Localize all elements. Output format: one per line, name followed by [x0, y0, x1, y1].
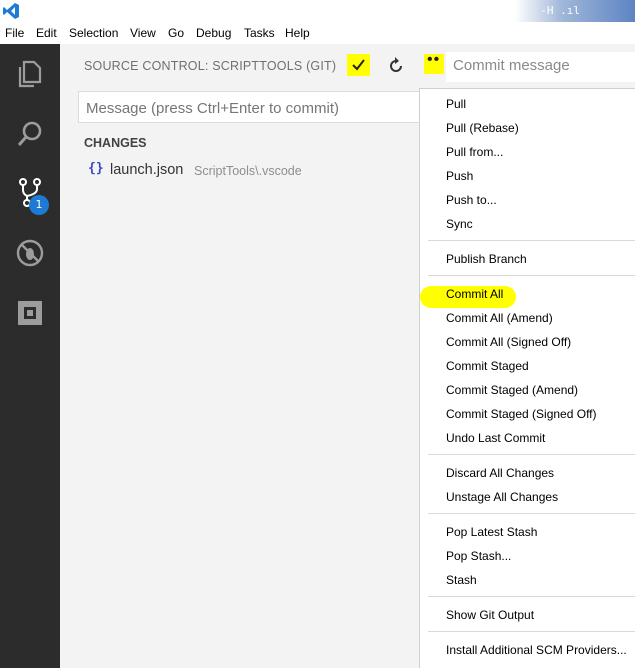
menu-edit[interactable]: Edit	[36, 26, 57, 40]
file-path: ScriptTools\.vscode	[194, 164, 302, 178]
more-icon: ••	[427, 51, 441, 68]
scm-badge: 1	[29, 195, 49, 215]
menu-item-install-scm-providers[interactable]: Install Additional SCM Providers...	[446, 643, 627, 657]
menu-item-commit-staged[interactable]: Commit Staged	[446, 359, 529, 373]
menu-item-publish-branch[interactable]: Publish Branch	[446, 252, 527, 266]
menu-separator	[428, 275, 635, 276]
refresh-icon[interactable]	[386, 56, 406, 76]
menu-item-pull[interactable]: Pull	[446, 97, 466, 111]
menu-bar: File Edit Selection View Go Debug Tasks …	[0, 22, 635, 44]
menu-item-commit-all-amend[interactable]: Commit All (Amend)	[446, 311, 553, 325]
file-name: launch.json	[110, 162, 184, 178]
menu-file[interactable]: File	[5, 26, 24, 40]
json-file-icon: {}	[88, 161, 104, 176]
menu-item-commit-staged-signed-off[interactable]: Commit Staged (Signed Off)	[446, 407, 597, 421]
menu-item-pull-from[interactable]: Pull from...	[446, 145, 503, 159]
tray-indicators: -H .ıl	[540, 4, 580, 17]
menu-help[interactable]: Help	[285, 26, 310, 40]
commit-button[interactable]	[347, 54, 370, 76]
menu-item-sync[interactable]: Sync	[446, 217, 473, 231]
explorer-icon[interactable]	[14, 58, 46, 90]
change-file-row[interactable]: {} launch.json ScriptTools\.vscode	[88, 161, 418, 183]
menu-item-undo-last-commit[interactable]: Undo Last Commit	[446, 431, 545, 445]
commit-message-input[interactable]: Commit message	[446, 52, 635, 82]
menu-separator	[428, 596, 635, 597]
menu-item-pop-latest-stash[interactable]: Pop Latest Stash	[446, 525, 537, 539]
search-icon[interactable]	[14, 118, 46, 150]
extensions-icon[interactable]	[14, 297, 46, 329]
menu-separator	[428, 513, 635, 514]
vscode-logo-icon	[3, 3, 19, 19]
menu-item-discard-all-changes[interactable]: Discard All Changes	[446, 466, 554, 480]
activity-bar: 1	[0, 44, 60, 668]
message-input[interactable]: Message (press Ctrl+Enter to commit)	[78, 91, 420, 123]
menu-selection[interactable]: Selection	[69, 26, 118, 40]
menu-item-commit-all-signed-off[interactable]: Commit All (Signed Off)	[446, 335, 571, 349]
menu-tasks[interactable]: Tasks	[244, 26, 275, 40]
title-bar: -H .ıl	[0, 0, 635, 22]
menu-debug[interactable]: Debug	[196, 26, 231, 40]
panel-title: SOURCE CONTROL: SCRIPTTOOLS (GIT)	[84, 59, 337, 73]
check-icon	[352, 59, 365, 71]
menu-item-show-git-output[interactable]: Show Git Output	[446, 608, 534, 622]
menu-item-commit-staged-amend[interactable]: Commit Staged (Amend)	[446, 383, 578, 397]
menu-separator	[428, 631, 635, 632]
menu-go[interactable]: Go	[168, 26, 184, 40]
menu-item-unstage-all-changes[interactable]: Unstage All Changes	[446, 490, 558, 504]
menu-item-pull-rebase[interactable]: Pull (Rebase)	[446, 121, 519, 135]
menu-item-pop-stash[interactable]: Pop Stash...	[446, 549, 511, 563]
debug-icon[interactable]	[14, 237, 46, 269]
more-actions-menu: Pull Pull (Rebase) Pull from... Push Pus…	[419, 88, 635, 668]
menu-view[interactable]: View	[130, 26, 156, 40]
menu-separator	[428, 454, 635, 455]
menu-item-push[interactable]: Push	[446, 169, 473, 183]
menu-item-stash[interactable]: Stash	[446, 573, 477, 587]
menu-separator	[428, 240, 635, 241]
menu-item-push-to[interactable]: Push to...	[446, 193, 497, 207]
changes-header[interactable]: CHANGES	[84, 136, 147, 150]
menu-item-commit-all[interactable]: Commit All	[446, 287, 503, 301]
